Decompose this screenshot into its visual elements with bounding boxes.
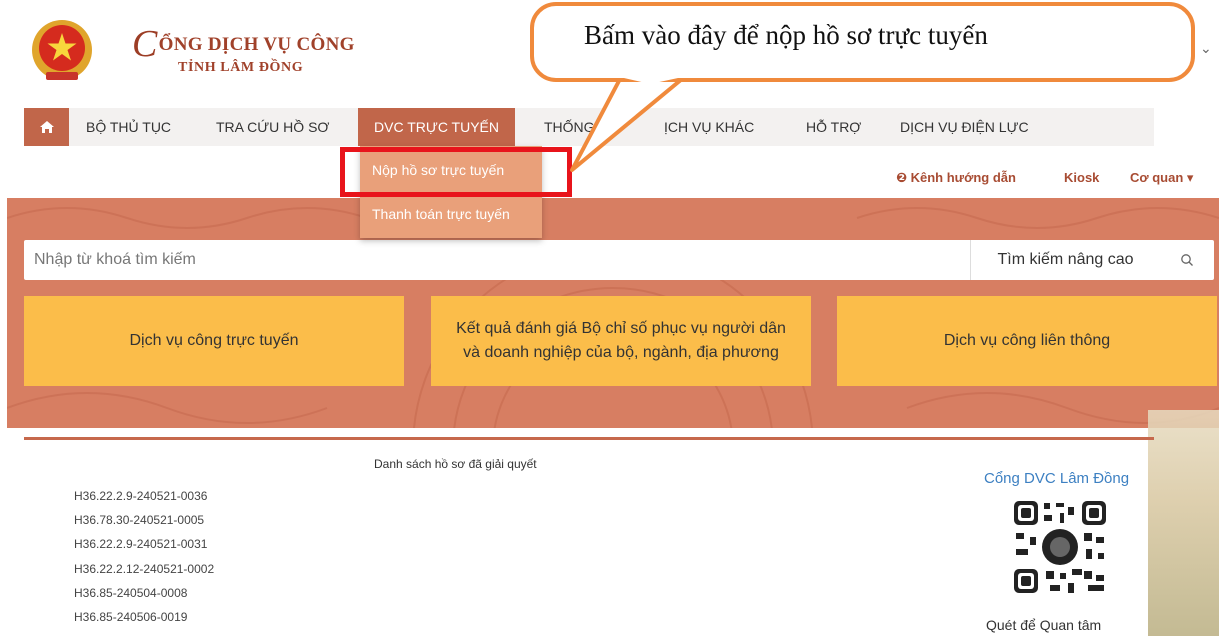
brand-title-text: ỔNG DỊCH VỤ CÔNG xyxy=(158,34,355,55)
callout-text: Bấm vào đây để nộp hồ sơ trực tuyến xyxy=(584,20,988,50)
nav-item-dvc-truc-tuyen[interactable]: DVC TRỰC TUYẾN xyxy=(358,108,516,146)
list-item[interactable]: H36.85-240504-0008 xyxy=(74,586,214,610)
callout-bubble: Bấm vào đây để nộp hồ sơ trực tuyến xyxy=(530,2,1195,82)
kiosk-link[interactable]: Kiosk xyxy=(1064,170,1099,185)
advanced-search-button[interactable]: Tìm kiếm nâng cao xyxy=(970,240,1160,280)
search-button[interactable] xyxy=(1160,240,1214,280)
main-nav: BỘ THỦ TỤC TRA CỨU HỒ SƠ DVC TRỰC TUYẾN … xyxy=(24,108,1154,146)
highlight-annotation-box xyxy=(340,147,572,197)
guide-channel-link[interactable]: ❷ Kênh hướng dẫn xyxy=(896,170,1016,186)
interconnected-service-tile[interactable]: Dịch vụ công liên thông xyxy=(837,296,1217,386)
search-input[interactable] xyxy=(24,240,968,280)
agency-dropdown[interactable]: Cơ quan ▾ xyxy=(1130,170,1193,186)
list-item[interactable]: H36.22.2.9-240521-0031 xyxy=(74,537,214,561)
search-icon xyxy=(1181,254,1193,266)
nav-item-ho-tro[interactable]: HỖ TRỢ xyxy=(806,108,861,146)
service-index-evaluation-tile[interactable]: Kết quả đánh giá Bộ chỉ số phục vụ người… xyxy=(431,296,811,386)
brand-initial: C xyxy=(132,23,158,65)
qr-code-image xyxy=(1010,497,1110,597)
resolved-records-list: H36.22.2.9-240521-0036 H36.78.30-240521-… xyxy=(74,489,214,634)
qr-caption: Quét để Quan tâm xyxy=(986,617,1102,633)
list-item[interactable]: H36.22.2.9-240521-0036 xyxy=(74,489,214,513)
qr-portal-title[interactable]: Cổng DVC Lâm Đồng xyxy=(984,470,1129,487)
search-bar: Tìm kiếm nâng cao xyxy=(24,240,1214,280)
decorative-lotus-image xyxy=(1148,410,1219,636)
nav-item-tra-cuu-ho-so[interactable]: TRA CỨU HỒ SƠ xyxy=(216,108,329,146)
home-icon xyxy=(39,121,54,133)
list-item[interactable]: H36.22.2.12-240521-0002 xyxy=(74,562,214,586)
nav-item-dich-vu-khac[interactable]: ỊCH VỤ KHÁC xyxy=(664,108,754,146)
online-public-service-tile[interactable]: Dịch vụ công trực tuyến xyxy=(24,296,404,386)
nav-item-dich-vu-dien-luc[interactable]: DỊCH VỤ ĐIỆN LỰC xyxy=(900,108,1029,146)
nav-item-bo-thu-tuc[interactable]: BỘ THỦ TỤC xyxy=(86,108,171,146)
menu-item-pay-online[interactable]: Thanh toán trực tuyến xyxy=(360,192,542,236)
list-item[interactable]: H36.85-240506-0019 xyxy=(74,610,214,634)
resolved-records-title: Danh sách hồ sơ đã giải quyết xyxy=(374,457,537,471)
site-brand[interactable]: CỔNG DỊCH VỤ CÔNG TỈNH LÂM ĐỒNG xyxy=(132,22,355,76)
home-button[interactable] xyxy=(24,108,69,146)
list-item[interactable]: H36.78.30-240521-0005 xyxy=(74,513,214,537)
national-emblem-logo[interactable] xyxy=(30,16,94,86)
chevron-down-icon[interactable]: ⌄ xyxy=(1200,40,1212,57)
section-divider xyxy=(24,437,1154,440)
nav-item-thong-ke[interactable]: THỐNG xyxy=(544,108,595,146)
